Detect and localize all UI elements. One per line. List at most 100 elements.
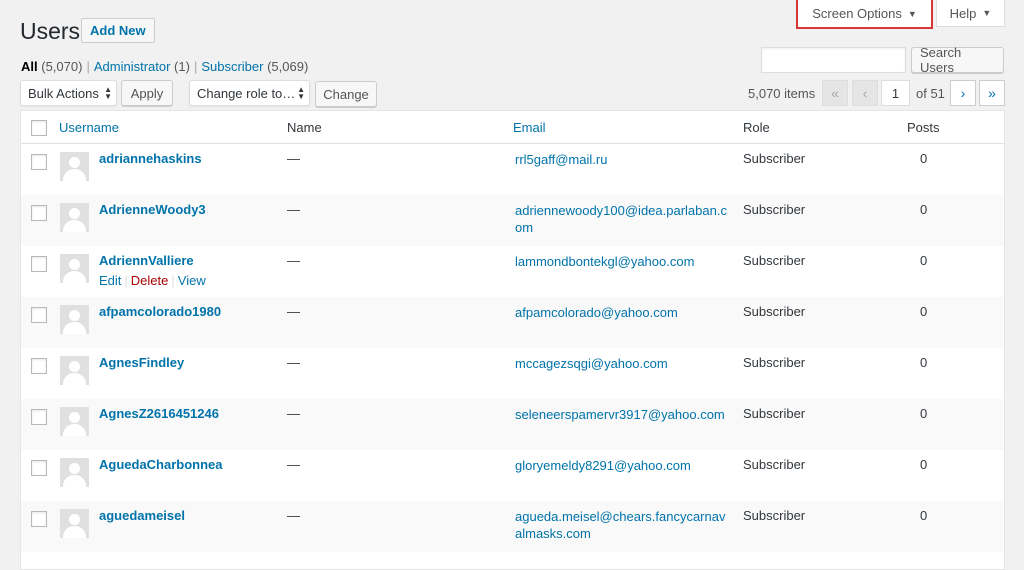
email-link[interactable]: agueda.meisel@chears.fancycarnavalmasks.…	[515, 508, 727, 542]
column-posts: Posts	[907, 120, 940, 135]
email-link[interactable]: rrl5gaff@mail.ru	[515, 151, 727, 168]
post-count[interactable]: 0	[920, 253, 927, 268]
delete-link[interactable]: Delete	[131, 273, 169, 288]
role-filter-links: All (5,070) | Administrator (1) | Subscriber…	[21, 59, 309, 74]
current-page-input[interactable]: 1	[881, 80, 910, 106]
username-link[interactable]: AdriennValliere	[99, 253, 194, 268]
post-count[interactable]: 0	[920, 457, 927, 472]
avatar	[60, 305, 89, 334]
avatar	[60, 407, 89, 436]
avatar	[60, 254, 89, 283]
row-checkbox[interactable]	[31, 358, 47, 374]
search-users-button[interactable]: Search Users	[911, 45, 1004, 75]
post-count[interactable]: 0	[920, 304, 927, 319]
view-link[interactable]: View	[178, 273, 206, 288]
row-actions: Edit | Delete | View	[99, 273, 206, 288]
row-checkbox[interactable]	[31, 154, 47, 170]
post-count[interactable]: 0	[920, 406, 927, 421]
user-role: Subscriber	[743, 304, 806, 319]
avatar	[60, 203, 89, 232]
change-role-select[interactable]: Change role to… ▲ ▼	[189, 80, 310, 106]
row-checkbox[interactable]	[31, 409, 47, 425]
page-title: Users	[20, 18, 81, 44]
help-label: Help	[949, 5, 977, 21]
select-arrows-icon: ▲ ▼	[297, 85, 305, 101]
first-page-button[interactable]: «	[822, 80, 848, 106]
total-pages: of 51	[916, 86, 945, 101]
table-row: afpamcolorado1980 — afpamcolorado@yahoo.…	[21, 297, 1004, 348]
username-link[interactable]: AgnesFindley	[99, 355, 184, 370]
row-checkbox[interactable]	[31, 205, 47, 221]
caret-down-icon: ▼	[982, 8, 992, 18]
filter-all[interactable]: All (5,070)	[21, 59, 82, 74]
screen-options-label: Screen Options	[812, 6, 902, 21]
username-link[interactable]: AdrienneWoody3	[99, 202, 206, 217]
username-link[interactable]: AguedaCharbonnea	[99, 457, 223, 472]
screen-options-button[interactable]: Screen Options ▼	[798, 0, 931, 27]
post-count[interactable]: 0	[920, 151, 927, 166]
user-name: —	[287, 508, 300, 523]
user-name: —	[287, 406, 300, 421]
search-input[interactable]	[761, 47, 906, 73]
email-link[interactable]: lammondbontekgl@yahoo.com	[515, 253, 727, 270]
edit-link[interactable]: Edit	[99, 273, 121, 288]
email-link[interactable]: adriennewoody100@idea.parlaban.com	[515, 202, 727, 236]
select-arrows-icon: ▲ ▼	[104, 85, 112, 101]
last-page-button[interactable]: »	[979, 80, 1005, 106]
user-name: —	[287, 304, 300, 319]
bulk-actions-select[interactable]: Bulk Actions ▲ ▼	[20, 80, 117, 106]
email-link[interactable]: mccagezsqgi@yahoo.com	[515, 355, 727, 372]
table-row: AdriennValliere Edit | Delete | View — lammo…	[21, 246, 1004, 297]
table-row: adriannehaskins — rrl5gaff@mail.ru Subsc…	[21, 144, 1004, 195]
user-name: —	[287, 457, 300, 472]
next-page-button[interactable]: ›	[950, 80, 976, 106]
add-new-button[interactable]: Add New	[81, 18, 155, 43]
user-name: —	[287, 202, 300, 217]
items-count: 5,070 items	[748, 86, 816, 101]
apply-button[interactable]: Apply	[121, 80, 173, 106]
post-count[interactable]: 0	[920, 202, 927, 217]
table-row: AguedaCharbonnea — gloryemeldy8291@yahoo…	[21, 450, 1004, 501]
user-role: Subscriber	[743, 202, 806, 217]
user-role: Subscriber	[743, 151, 806, 166]
avatar	[60, 356, 89, 385]
avatar	[60, 152, 89, 181]
user-name: —	[287, 355, 300, 370]
user-role: Subscriber	[743, 457, 806, 472]
caret-down-icon: ▼	[907, 8, 917, 19]
user-role: Subscriber	[743, 253, 806, 268]
filter-subscriber[interactable]: Subscriber	[201, 59, 263, 74]
row-checkbox[interactable]	[31, 460, 47, 476]
select-all-checkbox[interactable]	[31, 120, 47, 136]
filter-administrator[interactable]: Administrator	[94, 59, 171, 74]
username-link[interactable]: afpamcolorado1980	[99, 304, 221, 319]
column-name: Name	[287, 120, 322, 135]
user-name: —	[287, 151, 300, 166]
row-checkbox[interactable]	[31, 307, 47, 323]
username-link[interactable]: aguedameisel	[99, 508, 185, 523]
table-row: AgnesFindley — mccagezsqgi@yahoo.com Sub…	[21, 348, 1004, 399]
email-link[interactable]: afpamcolorado@yahoo.com	[515, 304, 727, 321]
user-role: Subscriber	[743, 406, 806, 421]
username-link[interactable]: AgnesZ2616451246	[99, 406, 219, 421]
column-email[interactable]: Email	[513, 120, 546, 135]
table-row: aguedameisel — agueda.meisel@chears.fanc…	[21, 501, 1004, 552]
email-link[interactable]: gloryemeldy8291@yahoo.com	[515, 457, 727, 474]
row-checkbox[interactable]	[31, 256, 47, 272]
change-role-button[interactable]: Change	[315, 81, 377, 107]
username-link[interactable]: adriannehaskins	[99, 151, 202, 166]
user-role: Subscriber	[743, 355, 806, 370]
column-role: Role	[743, 120, 770, 135]
table-header: Username Name Email Role Posts	[21, 111, 1004, 144]
avatar	[60, 458, 89, 487]
row-checkbox[interactable]	[31, 511, 47, 527]
post-count[interactable]: 0	[920, 508, 927, 523]
post-count[interactable]: 0	[920, 355, 927, 370]
help-button[interactable]: Help ▼	[936, 0, 1005, 27]
user-role: Subscriber	[743, 508, 806, 523]
user-name: —	[287, 253, 300, 268]
table-row: AdrienneWoody3 — adriennewoody100@idea.p…	[21, 195, 1004, 246]
prev-page-button[interactable]: ‹	[852, 80, 878, 106]
email-link[interactable]: seleneerspamervr3917@yahoo.com	[515, 406, 727, 423]
column-username[interactable]: Username	[59, 120, 119, 135]
